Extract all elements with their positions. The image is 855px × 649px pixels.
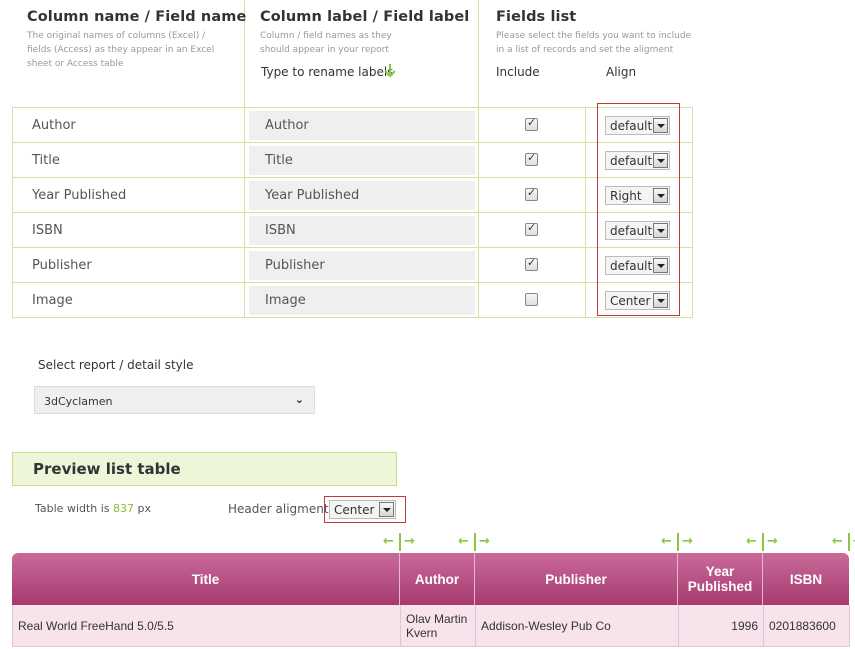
report-style-label: Select report / detail style [38, 358, 194, 372]
field-label-input[interactable] [249, 111, 475, 140]
column-label-heading: Column label / Field label [260, 9, 470, 25]
column-label-description: Column / field names as they should appe… [260, 31, 392, 55]
cell-year-published: 1996 [679, 605, 764, 647]
report-style-select[interactable]: 3dCyclamen ⌄ [34, 386, 315, 414]
column-header-author[interactable]: Author [400, 553, 475, 605]
fields-list-heading: Fields list [496, 9, 577, 25]
table-row: Real World FreeHand 5.0/5.5 Olav Martin … [12, 605, 850, 647]
preview-title: Preview list table [33, 460, 181, 478]
field-label-input[interactable] [249, 181, 475, 210]
header-alignment-highlight [324, 496, 406, 523]
fields-list-description: Please select the fields you want to inc… [496, 31, 692, 55]
preview-table-header: Title Author Publisher Year Published IS… [12, 553, 849, 605]
table-width-value: 837 [113, 502, 135, 515]
field-name: Year Published [32, 188, 127, 203]
field-row-title: Title default [12, 143, 693, 178]
column-header-isbn[interactable]: ISBN [763, 553, 849, 605]
chevron-down-icon: ⌄ [294, 393, 304, 406]
column-name-description: The original names of columns (Excel) / … [27, 31, 215, 69]
rename-hint: Type to rename labels [261, 65, 394, 79]
align-column-highlight [597, 103, 680, 316]
field-name: Publisher [32, 258, 92, 273]
field-row-image: Image Center [12, 283, 693, 318]
field-label-input[interactable] [249, 251, 475, 280]
resize-handle-icon[interactable]: ←→ [746, 533, 780, 551]
field-label-input[interactable] [249, 146, 475, 175]
field-row-publisher: Publisher default [12, 248, 693, 283]
include-column-label: Include [496, 65, 540, 79]
resize-handle-icon[interactable]: ←→ [458, 533, 492, 551]
include-checkbox[interactable] [525, 151, 538, 166]
cell-isbn: 0201883600 [764, 605, 850, 647]
fields-table: Author default Title default Year Publis… [12, 107, 693, 318]
cell-title: Real World FreeHand 5.0/5.5 [13, 605, 401, 647]
cell-publisher: Addison-Wesley Pub Co [476, 605, 679, 647]
preview-table: Title Author Publisher Year Published IS… [12, 553, 850, 647]
include-checkbox[interactable] [525, 293, 538, 306]
column-header-publisher[interactable]: Publisher [475, 553, 678, 605]
field-row-isbn: ISBN default [12, 213, 693, 248]
include-checkbox[interactable] [525, 186, 538, 201]
table-width-text: Table width is 837 px [35, 502, 151, 515]
preview-section-header: Preview list table [12, 452, 397, 486]
resize-handle-icon[interactable]: ←→ [383, 533, 417, 551]
field-name: Title [32, 153, 60, 168]
column-header-year-published[interactable]: Year Published [678, 553, 763, 605]
field-row-author: Author default [12, 108, 693, 143]
field-row-year-published: Year Published Right [12, 178, 693, 213]
cell-author: Olav Martin Kvern [401, 605, 476, 647]
column-header-title[interactable]: Title [12, 553, 400, 605]
column-name-heading: Column name / Field name [27, 9, 247, 25]
field-label-input[interactable] [249, 286, 475, 315]
header-alignment-label: Header aligment [228, 502, 329, 516]
field-name: Image [32, 293, 73, 308]
include-checkbox[interactable] [525, 256, 538, 271]
include-checkbox[interactable] [525, 221, 538, 236]
arrow-down-icon [384, 64, 396, 78]
table-width-prefix: Table width is [35, 502, 110, 515]
field-label-input[interactable] [249, 216, 475, 245]
include-checkbox[interactable] [525, 116, 538, 131]
header-divider-2 [478, 0, 479, 107]
field-name: ISBN [32, 223, 63, 238]
align-column-label: Align [606, 65, 637, 79]
report-style-value: 3dCyclamen [44, 395, 113, 408]
field-name: Author [32, 118, 76, 133]
table-width-unit: px [137, 502, 152, 515]
resize-handle-icon[interactable]: ←→ [832, 533, 855, 551]
resize-handle-icon[interactable]: ←→ [661, 533, 695, 551]
